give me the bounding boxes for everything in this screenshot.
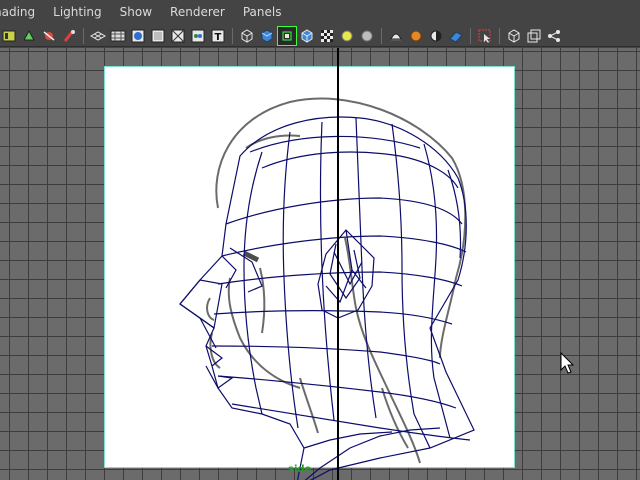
- resolution-gate-icon[interactable]: [129, 27, 147, 45]
- viewport-drawing: [179, 97, 475, 480]
- toolbar-separator: [232, 27, 233, 44]
- safe-title-icon[interactable]: T: [209, 27, 227, 45]
- show-joints-icon[interactable]: [545, 27, 563, 45]
- bookmark-icon[interactable]: [40, 27, 58, 45]
- menu-bar: hading Lighting Show Renderer Panels: [0, 0, 640, 25]
- panel-toolbar: T: [0, 25, 640, 47]
- isolate-select-icon[interactable]: [476, 27, 494, 45]
- menu-lighting[interactable]: Lighting: [44, 0, 111, 25]
- select-camera-icon[interactable]: [0, 27, 18, 45]
- toolbar-separator: [470, 27, 471, 44]
- use-all-lights-icon[interactable]: [338, 27, 356, 45]
- svg-text:T: T: [215, 32, 222, 43]
- side-viewport[interactable]: side: [0, 48, 640, 480]
- safe-action-icon[interactable]: [189, 27, 207, 45]
- toolbar-separator: [83, 27, 84, 44]
- world-axis-line: [337, 48, 339, 480]
- shadows-icon[interactable]: [358, 27, 376, 45]
- wireframe-on-shaded-icon[interactable]: [277, 25, 297, 46]
- motion-blur-icon[interactable]: [427, 27, 445, 45]
- film-gate-icon[interactable]: [109, 27, 127, 45]
- camera-name-label: side: [288, 464, 312, 475]
- xray-joints-icon[interactable]: [505, 27, 523, 45]
- menu-panels[interactable]: Panels: [234, 0, 291, 25]
- textured-icon[interactable]: [318, 27, 336, 45]
- multisample-icon[interactable]: [447, 27, 465, 45]
- smooth-shade-icon[interactable]: [258, 27, 276, 45]
- grid-icon[interactable]: [89, 27, 107, 45]
- menu-renderer[interactable]: Renderer: [161, 0, 234, 25]
- gate-mask-icon[interactable]: [149, 27, 167, 45]
- ambient-occlusion-icon[interactable]: [407, 27, 425, 45]
- head-wireframe-mesh: [179, 116, 475, 480]
- toolbar-separator: [381, 27, 382, 44]
- mouse-cursor-icon: [560, 352, 575, 374]
- menu-show[interactable]: Show: [111, 0, 161, 25]
- xray-active-icon[interactable]: [525, 27, 543, 45]
- hq-render-icon[interactable]: [387, 27, 405, 45]
- menu-shading[interactable]: hading: [0, 0, 44, 25]
- field-chart-icon[interactable]: [169, 27, 187, 45]
- xray-icon[interactable]: [298, 27, 316, 45]
- camera-attributes-icon[interactable]: [20, 27, 38, 45]
- wireframe-icon[interactable]: [238, 27, 256, 45]
- image-plane-icon[interactable]: [60, 27, 78, 45]
- toolbar-separator: [499, 27, 500, 44]
